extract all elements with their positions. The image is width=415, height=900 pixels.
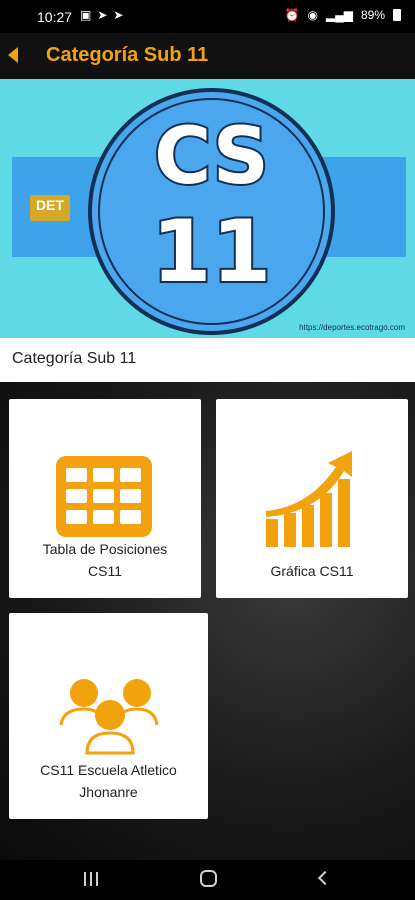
battery-icon bbox=[393, 9, 401, 21]
tile-label-line2: CS11 bbox=[88, 563, 122, 579]
system-icons: ⏰ ◉ ▂▄▆ 89% bbox=[285, 8, 401, 22]
section-title: Categoría Sub 11 bbox=[0, 338, 415, 382]
gallery-icon: ▣ bbox=[80, 8, 92, 22]
tile-label-line1: Tabla de Posiciones bbox=[42, 541, 168, 557]
banner-url: https://deportes.ecotrago.com bbox=[299, 323, 405, 332]
table-grid-icon bbox=[56, 456, 152, 537]
status-time: 10:27 bbox=[37, 9, 73, 25]
users-group-icon bbox=[59, 679, 159, 755]
app-bar: Categoría Sub 11 bbox=[0, 33, 415, 79]
back-arrow-icon[interactable] bbox=[8, 47, 18, 63]
alarm-icon: ⏰ bbox=[284, 8, 300, 22]
tile-chart[interactable]: Gráfica CS11 bbox=[216, 399, 408, 598]
telegram-icon: ➤ bbox=[97, 8, 108, 22]
recent-apps-icon[interactable] bbox=[84, 872, 98, 886]
back-nav-icon[interactable] bbox=[317, 870, 333, 886]
category-badge: CS 11 bbox=[88, 88, 335, 335]
page-title: Categoría Sub 11 bbox=[46, 44, 209, 66]
battery-percent: 89% bbox=[360, 8, 385, 22]
status-bar: 10:27 ▣ ➤ ➤ ⏰ ◉ ▂▄▆ 89% bbox=[0, 0, 415, 33]
hotspot-icon: ◉ bbox=[307, 8, 318, 22]
badge-text-cs: CS bbox=[152, 110, 271, 204]
signal-icon: ▂▄▆ bbox=[326, 8, 353, 22]
tile-label-line1: Gráfica CS11 bbox=[270, 563, 354, 579]
category-banner: DET CS 11 https://deportes.ecotrago.com bbox=[0, 79, 415, 338]
tile-label-line2: Jhonanre bbox=[79, 784, 138, 800]
growth-chart-icon bbox=[266, 451, 352, 547]
home-icon[interactable] bbox=[200, 870, 217, 887]
badge-text-number: 11 bbox=[150, 200, 274, 304]
tile-standings-table[interactable]: Tabla de Posiciones CS11 bbox=[9, 399, 201, 598]
notification-icons: ▣ ➤ ➤ bbox=[80, 8, 123, 22]
tile-label-line1: CS11 Escuela Atletico bbox=[40, 762, 177, 778]
system-nav-bar bbox=[0, 860, 415, 900]
tile-school[interactable]: CS11 Escuela Atletico Jhonanre bbox=[9, 613, 208, 819]
telegram-icon-2: ➤ bbox=[113, 8, 124, 22]
det-logo: DET bbox=[30, 195, 70, 221]
